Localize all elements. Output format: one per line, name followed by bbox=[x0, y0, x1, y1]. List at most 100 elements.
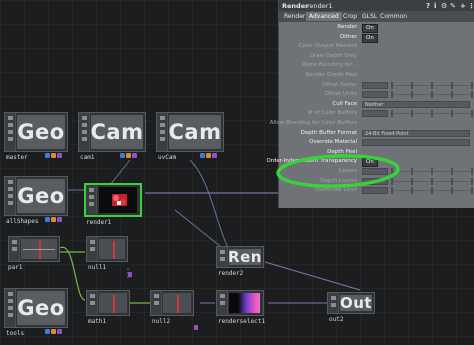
chop-node-par1[interactable] bbox=[8, 236, 60, 262]
geo-node-allshapes[interactable]: Geo bbox=[4, 176, 68, 216]
node-label-render2: render2 bbox=[218, 270, 244, 277]
node-label-cam1: cam1 bbox=[80, 154, 95, 161]
render-node-render2[interactable]: Ren bbox=[216, 246, 264, 268]
slider-tick bbox=[471, 187, 473, 195]
node-label-master: master bbox=[6, 154, 28, 161]
geo-node-master[interactable]: Geo bbox=[4, 112, 68, 152]
param-value-field[interactable] bbox=[362, 81, 388, 89]
node-title: Cam bbox=[91, 115, 143, 149]
param-toggle[interactable]: On bbox=[362, 33, 378, 43]
slider-tick bbox=[411, 177, 413, 185]
wire-cam1-render1 bbox=[109, 159, 131, 186]
node-strip bbox=[9, 237, 20, 261]
node-title: Ren bbox=[228, 248, 262, 266]
parameter-panel: Render render1 ? i ⚙ ✎ + ⋮ Render Advanc… bbox=[266, 0, 474, 208]
slider-tick bbox=[411, 168, 413, 175]
cam-node-cam1[interactable]: Cam bbox=[78, 112, 146, 152]
geo-node-tools[interactable]: Geo bbox=[4, 288, 68, 328]
slider-tick bbox=[451, 91, 453, 99]
tab-advanced[interactable]: Advanced bbox=[306, 12, 342, 21]
node-strip bbox=[87, 237, 98, 261]
node-flags bbox=[45, 329, 62, 334]
render-select-preview bbox=[229, 293, 260, 313]
param-label: Override Material bbox=[309, 139, 357, 146]
tab-crop[interactable]: Crop bbox=[340, 12, 360, 21]
cam-node-uvcam[interactable]: Cam bbox=[156, 112, 224, 152]
chop-node-null2[interactable] bbox=[150, 290, 194, 316]
slider-tick bbox=[391, 110, 393, 118]
param-slider[interactable] bbox=[391, 81, 473, 89]
node-strip bbox=[86, 185, 97, 215]
param-field[interactable] bbox=[362, 139, 470, 147]
param-row: Color Output Needed bbox=[279, 43, 474, 51]
node-strip bbox=[5, 113, 16, 151]
slider-tick bbox=[411, 81, 413, 89]
help-icon[interactable]: ? bbox=[426, 2, 430, 10]
slider-tick bbox=[411, 91, 413, 99]
slider-tick bbox=[391, 81, 393, 89]
slider-tick bbox=[431, 81, 433, 89]
slider-tick bbox=[431, 91, 433, 99]
param-dropdown[interactable]: Neither bbox=[362, 100, 470, 108]
render-top-render1[interactable] bbox=[84, 183, 142, 217]
param-row: Render Depth Peel bbox=[279, 72, 474, 80]
chop-preview bbox=[99, 239, 125, 259]
param-row: Dither On bbox=[279, 33, 474, 43]
wire-uvcam-render2 bbox=[189, 159, 229, 249]
panel-op-type: Render bbox=[282, 2, 309, 10]
chop-preview bbox=[99, 293, 127, 313]
node-strip bbox=[79, 113, 90, 151]
toggle-button[interactable]: On bbox=[362, 33, 378, 43]
param-toggle[interactable]: On bbox=[362, 24, 378, 33]
node-strip bbox=[157, 113, 168, 151]
wire-render2-in bbox=[174, 209, 226, 251]
parameter-icon[interactable]: ⋮ bbox=[468, 2, 474, 10]
node-title: Geo bbox=[17, 179, 65, 213]
param-label: Render bbox=[337, 24, 357, 30]
node-strip bbox=[151, 291, 162, 315]
param-slider[interactable] bbox=[391, 91, 473, 99]
node-title: Geo bbox=[17, 291, 65, 325]
node-strip bbox=[87, 291, 98, 315]
slider-tick bbox=[451, 187, 453, 195]
slider-tick bbox=[411, 187, 413, 195]
chop-node-null1[interactable] bbox=[86, 236, 128, 262]
panel-tabs: Render Advanced Crop GLSL Common bbox=[279, 11, 474, 22]
node-label-tools: tools bbox=[6, 330, 25, 337]
param-label: Offset Units bbox=[324, 91, 357, 98]
param-label: # of Color Buffers bbox=[307, 110, 357, 117]
chop-node-math1[interactable] bbox=[86, 290, 130, 316]
param-value-field[interactable] bbox=[362, 110, 388, 118]
slider-tick bbox=[391, 91, 393, 99]
param-dropdown[interactable]: 24-Bit Fixed-Point bbox=[362, 129, 470, 137]
param-slider[interactable] bbox=[391, 110, 473, 118]
node-flags bbox=[200, 153, 217, 158]
tab-common[interactable]: Common bbox=[377, 12, 410, 21]
node-label-out2: out2 bbox=[329, 316, 344, 323]
tab-render[interactable]: Render bbox=[281, 12, 308, 21]
panel-node-name[interactable]: render1 bbox=[307, 2, 333, 10]
out-node-out2[interactable]: Out bbox=[327, 292, 375, 314]
node-label-uvcam: uvCam bbox=[158, 154, 177, 161]
plus-icon[interactable]: + bbox=[460, 2, 466, 10]
slider-tick bbox=[471, 168, 473, 175]
param-row: # of Color Buffers bbox=[279, 110, 474, 118]
top-node-renderselect1[interactable] bbox=[216, 290, 264, 316]
script-icon[interactable]: ✎ bbox=[450, 2, 456, 10]
param-value-field[interactable] bbox=[362, 91, 388, 99]
gear-icon[interactable]: ⚙ bbox=[441, 2, 447, 10]
node-title: Geo bbox=[17, 115, 65, 149]
node-label-allshapes: allShapes bbox=[6, 218, 39, 225]
param-row: Override Material bbox=[279, 139, 474, 147]
node-strip bbox=[5, 289, 16, 327]
param-label: Allow Blending for Color Buffers bbox=[269, 120, 357, 126]
param-row: Cull Face Neither bbox=[279, 100, 474, 109]
slider-tick bbox=[431, 187, 433, 195]
slider-tick bbox=[411, 110, 413, 118]
slider-tick bbox=[451, 81, 453, 89]
node-strip bbox=[328, 293, 339, 313]
toggle-button[interactable]: On bbox=[362, 24, 378, 33]
wire-render2-out bbox=[264, 261, 361, 291]
info-icon[interactable]: i bbox=[434, 2, 436, 10]
slider-tick bbox=[451, 177, 453, 185]
